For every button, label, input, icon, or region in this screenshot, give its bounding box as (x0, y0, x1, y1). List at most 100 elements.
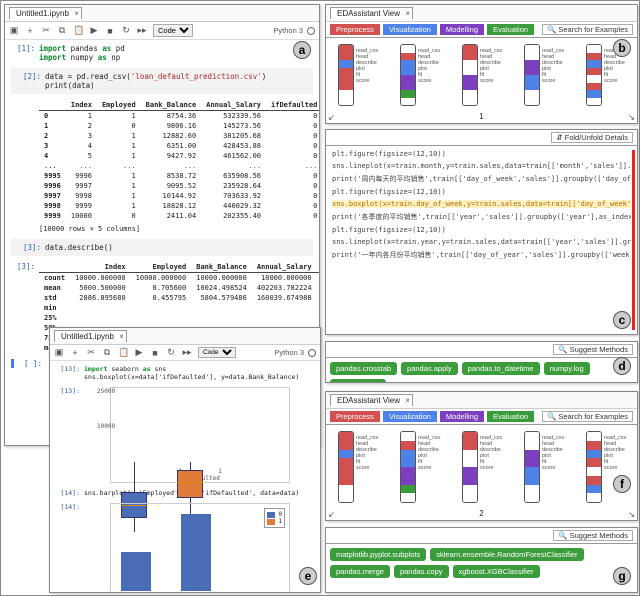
stop-icon[interactable]: ■ (105, 26, 115, 36)
save-icon[interactable]: ▣ (9, 25, 19, 36)
restart-icon[interactable]: ↻ (166, 347, 176, 358)
code-cell[interactable]: [1]: import pandas as pd import numpy as… (11, 44, 313, 62)
notebook-body[interactable]: [13]: import seaborn as snssns.boxplot(x… (50, 361, 320, 591)
suggest-pill[interactable]: pandas.copy (394, 565, 449, 578)
close-icon[interactable]: × (405, 396, 410, 405)
code-cell-active[interactable]: [2]: data = pd.read_csv('loan_default_pr… (11, 68, 313, 94)
recipe-card[interactable]: read_csvheaddescribeplotfitscore (400, 44, 416, 106)
paste-icon[interactable]: 📋 (118, 347, 128, 358)
recipe-card[interactable]: read_csvheaddescribeplotfitscore (462, 44, 478, 106)
assistant-tab[interactable]: EDAssistant View × (330, 394, 413, 406)
close-icon[interactable]: × (119, 332, 124, 341)
prev-page-icon[interactable]: ↙ (328, 510, 335, 519)
run-all-icon[interactable]: ▸▸ (137, 25, 147, 36)
fold-title-box[interactable]: ⇵Fold/Unfold Details (551, 132, 633, 143)
recipe-card[interactable]: read_csvheaddescribeplotfitscore (524, 44, 540, 106)
cut-icon[interactable]: ✂ (86, 347, 96, 358)
suggest-pill[interactable]: numpy.log (544, 362, 590, 375)
scroll-indicator (632, 150, 635, 330)
recipe-card[interactable]: read_csvheaddescribeplotfitscore (524, 431, 540, 503)
recipe-steps: read_csvheaddescribeplotfitscore (604, 435, 638, 471)
restart-icon[interactable]: ↻ (121, 25, 131, 36)
suggest-pill[interactable]: pandas.merge (330, 565, 390, 578)
celltype-select[interactable]: Code (153, 24, 193, 37)
code-snippet[interactable]: sns.boxplot(x=train.day_of_week,y=train.… (332, 200, 631, 208)
panel-label-f: f (613, 475, 631, 493)
suggest-pill[interactable]: sklearn.ensemble.RandomForestClassifier (430, 548, 583, 561)
copy-icon[interactable]: ⧉ (57, 25, 67, 36)
code-snippet[interactable]: print('各季度的平均销售',train[['year','sales']]… (332, 212, 631, 222)
assistant-tab[interactable]: EDAssistant View × (330, 7, 413, 19)
cut-icon[interactable]: ✂ (41, 25, 51, 36)
run-icon[interactable]: ▶ (89, 25, 99, 36)
code-snippet[interactable]: plt.figure(figsize=(12,10)) (332, 150, 631, 158)
recipe-card[interactable]: read_csvheaddescribeplotfitscore (586, 431, 602, 503)
recipe-card[interactable]: read_csvheaddescribeplotfitscore (338, 44, 354, 106)
pill-visualization[interactable]: Visualization (383, 24, 437, 35)
search-examples[interactable]: 🔍Search for Examples (542, 24, 633, 35)
search-examples[interactable]: 🔍Search for Examples (542, 411, 633, 422)
suggest-pill[interactable]: pandas.crosstab (330, 362, 397, 375)
code-snippet[interactable]: plt.figure(figsize=(12,10)) (332, 226, 631, 234)
cell-code[interactable]: data.describe() (45, 243, 113, 252)
kernel-name: Python 3 (273, 26, 303, 35)
code-snippet[interactable]: print('一年内各月份平均销售',train[['day_of_year',… (332, 250, 631, 260)
output-cell: [13]: 25000 10000 0 (56, 387, 314, 483)
run-all-icon[interactable]: ▸▸ (182, 347, 192, 358)
close-icon[interactable]: × (405, 9, 410, 18)
code-snippet[interactable]: sns.lineplot(x=train.month,y=train.sales… (332, 162, 631, 170)
pill-modelling[interactable]: Modelling (440, 411, 484, 422)
code-snippet[interactable]: sns.lineplot(x=train.year,y=train.sales,… (332, 238, 631, 246)
suggest-title-box[interactable]: 🔍Suggest Methods (553, 344, 633, 355)
suggest-pill[interactable]: pandas.apply (401, 362, 458, 375)
recipe-steps: read_csvheaddescribeplotfitscore (356, 435, 400, 471)
add-cell-icon[interactable]: + (25, 26, 35, 36)
cell-code[interactable]: import pandas as pd import numpy as np (39, 44, 125, 62)
code-snippet[interactable]: plt.figure(figsize=(12,10)) (332, 188, 631, 196)
pill-visualization[interactable]: Visualization (383, 411, 437, 422)
cell-code[interactable]: data = pd.read_csv('loan_default_predict… (45, 72, 266, 90)
prev-page-icon[interactable]: ↙ (328, 113, 335, 122)
code-snippet[interactable]: print('周内每天的平均销售',train[['day_of_week','… (332, 174, 631, 184)
recipe-card[interactable]: read_csvheaddescribeplotfitscore (400, 431, 416, 503)
suggest-pill[interactable]: xgboost.XGBClassifier (453, 565, 540, 578)
recipe-card[interactable]: read_csvheaddescribeplotfitscore (462, 431, 478, 503)
suggest-title-box[interactable]: 🔍Suggest Methods (553, 530, 633, 541)
recipe-card[interactable]: read_csvheaddescribeplotfitscore (338, 431, 354, 503)
assistant-tabs: EDAssistant View × (326, 392, 637, 409)
code-snippets[interactable]: plt.figure(figsize=(12,10)) sns.lineplot(… (326, 146, 637, 334)
pill-preprocess[interactable]: Preprocess (330, 411, 380, 422)
boxplot-output: 25000 10000 0 1ifDefaulted (110, 387, 290, 483)
close-icon[interactable]: × (74, 9, 79, 18)
notebook-toolbar: ▣ + ✂ ⧉ 📋 ▶ ■ ↻ ▸▸ Code Python 3 (50, 345, 320, 361)
pill-evaluation[interactable]: Evaluation (487, 411, 534, 422)
panel-label-e: e (299, 567, 317, 585)
notebook-tab[interactable]: Untitled1.ipynb × (54, 330, 127, 342)
suggest-pill[interactable]: numpy.where (330, 379, 386, 383)
recipe-card[interactable]: read_csvheaddescribeplotfitscore (586, 44, 602, 106)
assistant-panel-b: EDAssistant View × Preprocess Visualizat… (325, 4, 638, 124)
pill-modelling[interactable]: Modelling (440, 24, 484, 35)
code-cell[interactable]: [3]: data.describe() (11, 239, 313, 256)
suggest-pill[interactable]: pandas.to_datetime (462, 362, 540, 375)
pill-preprocess[interactable]: Preprocess (330, 24, 380, 35)
suggest-pill[interactable]: matplotlib.pyplot.subplots (330, 548, 426, 561)
add-cell-icon[interactable]: + (70, 348, 80, 358)
copy-icon[interactable]: ⧉ (102, 347, 112, 358)
cell-prompt: [1]: (11, 44, 35, 62)
next-page-icon[interactable]: ↘ (628, 510, 635, 519)
save-icon[interactable]: ▣ (54, 347, 64, 358)
run-icon[interactable]: ▶ (134, 347, 144, 358)
cell-code: import seaborn as snssns.boxplot(x=data[… (84, 365, 299, 381)
paste-icon[interactable]: 📋 (73, 25, 83, 36)
pill-evaluation[interactable]: Evaluation (487, 24, 534, 35)
celltype-select[interactable]: Code (198, 347, 236, 358)
cell-prompt: [2]: (17, 72, 41, 90)
notebook-tab[interactable]: Untitled1.ipynb × (9, 7, 82, 19)
notebook-panel-e: Untitled1.ipynb × ▣ + ✂ ⧉ 📋 ▶ ■ ↻ ▸▸ Cod… (49, 327, 321, 593)
code-cell[interactable]: [13]: import seaborn as snssns.boxplot(x… (56, 365, 314, 381)
stop-icon[interactable]: ■ (150, 348, 160, 358)
page-number: 2 (479, 509, 483, 518)
suggest-panel-g: 🔍Suggest Methods matplotlib.pyplot.subpl… (325, 527, 638, 593)
next-page-icon[interactable]: ↘ (628, 113, 635, 122)
